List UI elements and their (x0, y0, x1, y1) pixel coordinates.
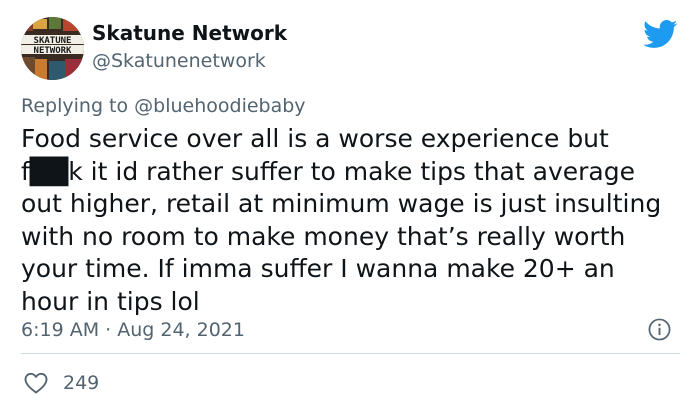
heart-icon (24, 372, 48, 394)
twitter-bird-icon[interactable] (643, 20, 678, 49)
like-button[interactable]: 249 (24, 371, 99, 395)
like-count: 249 (63, 372, 100, 394)
author-display-name[interactable]: Skatune Network (92, 21, 287, 45)
author-handle[interactable]: @Skatunenetwork (92, 49, 266, 73)
divider (21, 353, 680, 354)
replying-to-prefix: Replying to (21, 95, 135, 117)
tweet-card: SKATUNE NETWORK Skatune Network @Skatune… (0, 0, 700, 410)
replying-to-mention[interactable]: @bluehoodiebaby (134, 95, 305, 117)
info-icon[interactable] (648, 318, 671, 341)
avatar[interactable]: SKATUNE NETWORK (21, 17, 84, 80)
avatar-text-line2: NETWORK (34, 46, 73, 56)
replying-to: Replying to @bluehoodiebaby (21, 94, 306, 118)
tweet-timestamp[interactable]: 6:19 AM · Aug 24, 2021 (21, 318, 245, 342)
avatar-image: SKATUNE NETWORK (21, 17, 84, 80)
avatar-text-line1: SKATUNE (34, 36, 72, 46)
tweet-text: Food service over all is a worse experie… (21, 124, 662, 316)
